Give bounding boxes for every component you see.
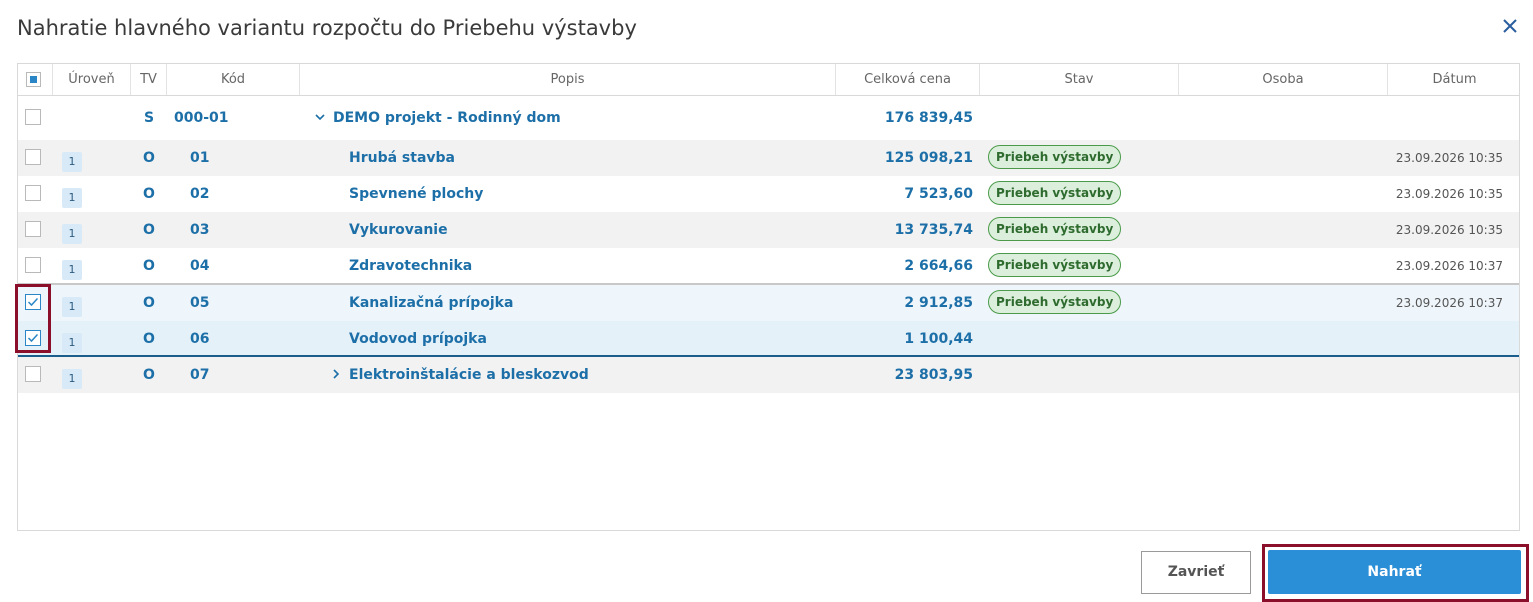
row-code: 01 — [190, 150, 210, 166]
select-all-column — [18, 64, 53, 95]
row-total: 23 803,95 — [894, 367, 973, 383]
row-checkbox[interactable] — [25, 257, 41, 273]
row-level: 1 — [62, 297, 82, 317]
header-person[interactable]: Osoba — [1179, 64, 1388, 95]
header-level[interactable]: Úroveň — [53, 64, 131, 95]
dialog-title: Nahratie hlavného variantu rozpočtu do P… — [17, 16, 637, 40]
row-date: 23.09.2026 10:37 — [1395, 259, 1503, 273]
row-code: 05 — [190, 295, 210, 311]
header-code[interactable]: Kód — [167, 64, 300, 95]
row-date: 23.09.2026 10:35 — [1395, 187, 1503, 201]
row-total: 1 100,44 — [904, 331, 973, 347]
row-tv: O — [143, 222, 155, 238]
table-row[interactable]: 1 O 02 Spevnené plochy 7 523,60 Priebeh … — [18, 176, 1519, 212]
table-row[interactable]: 1 O 05 Kanalizačná prípojka 2 912,85 Pri… — [18, 285, 1519, 321]
row-total: 2 664,66 — [904, 258, 973, 274]
header-description[interactable]: Popis — [300, 64, 836, 95]
table-row[interactable]: 1 O 03 Vykurovanie 13 735,74 Priebeh výs… — [18, 212, 1519, 248]
row-total: 125 098,21 — [884, 150, 973, 166]
row-tv: S — [143, 110, 155, 126]
row-total: 13 735,74 — [894, 222, 973, 238]
close-button[interactable]: Zavrieť — [1141, 551, 1251, 594]
table-row[interactable]: S 000-01 DEMO projekt - Rodinný dom 176 … — [18, 100, 1519, 136]
row-checkbox[interactable] — [25, 109, 41, 125]
row-level: 1 — [62, 152, 82, 172]
row-tv: O — [143, 258, 155, 274]
row-tv: O — [143, 150, 155, 166]
row-code: 06 — [190, 331, 210, 347]
close-icon[interactable] — [1500, 16, 1520, 36]
row-checkbox[interactable] — [25, 149, 41, 165]
upload-button[interactable]: Nahrať — [1268, 550, 1521, 594]
row-description: Kanalizačná prípojka — [349, 295, 514, 311]
row-level: 1 — [62, 333, 82, 353]
selection-highlight — [15, 284, 51, 353]
row-description: Zdravotechnika — [349, 258, 473, 274]
row-level: 1 — [62, 224, 82, 244]
table-row[interactable]: 1 O 01 Hrubá stavba 125 098,21 Priebeh v… — [18, 140, 1519, 176]
row-level: 1 — [62, 188, 82, 208]
chevron-right-icon[interactable] — [330, 357, 342, 407]
header-tv[interactable]: TV — [131, 64, 167, 95]
status-badge: Priebeh výstavby — [988, 217, 1122, 241]
row-date: 23.09.2026 10:35 — [1395, 151, 1503, 165]
row-tv: O — [143, 186, 155, 202]
row-level: 1 — [62, 369, 82, 389]
row-code: 000-01 — [174, 110, 229, 126]
row-description: DEMO projekt - Rodinný dom — [333, 110, 561, 126]
row-checkbox[interactable] — [25, 366, 41, 382]
budget-grid: Úroveň TV Kód Popis Celková cena Stav Os… — [17, 63, 1520, 531]
status-badge: Priebeh výstavby — [988, 145, 1122, 169]
row-checkbox[interactable] — [25, 185, 41, 201]
row-code: 02 — [190, 186, 210, 202]
row-code: 07 — [190, 367, 210, 383]
row-description: Hrubá stavba — [349, 150, 455, 166]
status-badge: Priebeh výstavby — [988, 290, 1122, 314]
row-tv: O — [143, 331, 155, 347]
row-tv: O — [143, 367, 155, 383]
row-description: Vodovod prípojka — [349, 331, 487, 347]
grid-header: Úroveň TV Kód Popis Celková cena Stav Os… — [18, 64, 1519, 96]
row-description: Vykurovanie — [349, 222, 448, 238]
table-row[interactable]: 1 O 07 Elektroinštalácie a bleskozvod 23… — [18, 357, 1519, 393]
table-row[interactable]: 1 O 04 Zdravotechnika 2 664,66 Priebeh v… — [18, 248, 1519, 284]
row-total: 176 839,45 — [884, 110, 973, 126]
header-date[interactable]: Dátum — [1388, 64, 1521, 95]
row-code: 03 — [190, 222, 210, 238]
row-code: 04 — [190, 258, 210, 274]
row-date: 23.09.2026 10:35 — [1395, 223, 1503, 237]
row-checkbox[interactable] — [25, 221, 41, 237]
status-badge: Priebeh výstavby — [988, 181, 1122, 205]
row-date: 23.09.2026 10:37 — [1395, 296, 1503, 310]
row-total: 2 912,85 — [904, 295, 973, 311]
header-total[interactable]: Celková cena — [836, 64, 980, 95]
row-description: Spevnené plochy — [349, 186, 484, 202]
select-all-checkbox[interactable] — [26, 72, 41, 87]
row-tv: O — [143, 295, 155, 311]
header-status[interactable]: Stav — [980, 64, 1179, 95]
row-description: Elektroinštalácie a bleskozvod — [349, 367, 589, 383]
table-row[interactable]: 1 O 06 Vodovod prípojka 1 100,44 — [18, 321, 1519, 357]
status-badge: Priebeh výstavby — [988, 253, 1122, 277]
row-total: 7 523,60 — [904, 186, 973, 202]
row-level: 1 — [62, 260, 82, 280]
